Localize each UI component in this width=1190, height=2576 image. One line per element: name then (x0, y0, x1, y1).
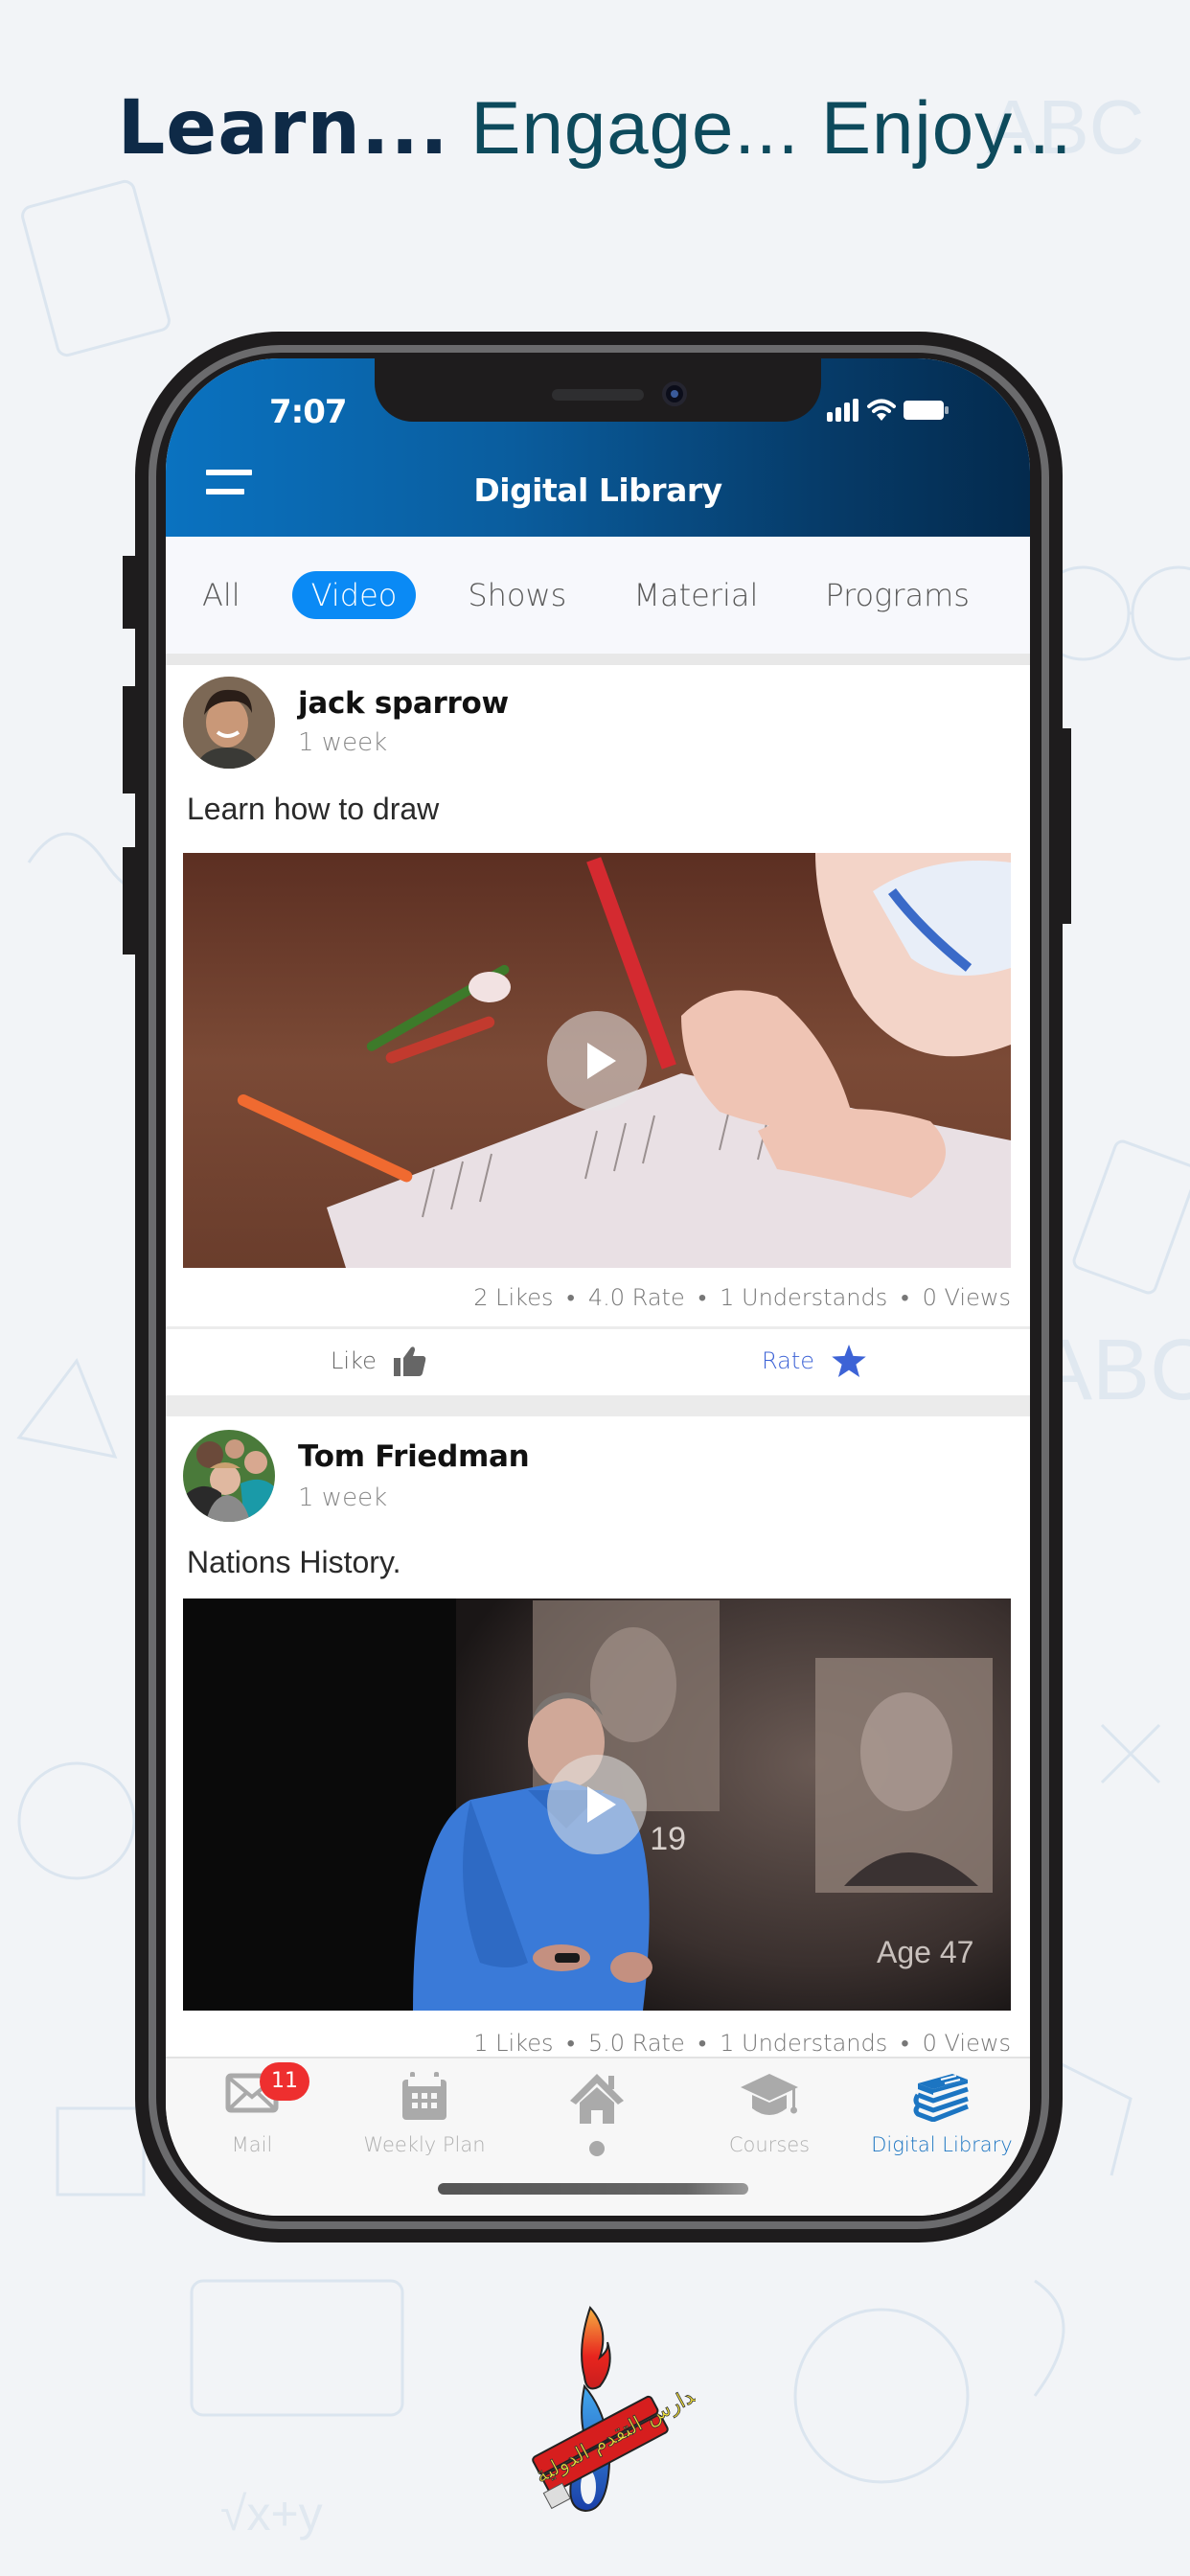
unread-badge: 11 (260, 2062, 309, 2101)
post-card: Tom Friedman 1 week Nations History. ge … (166, 1416, 1030, 2057)
post-author[interactable]: Tom Friedman (298, 1439, 530, 1474)
avatar[interactable] (183, 677, 275, 769)
likes-count: 2 Likes (473, 1284, 554, 1311)
post-author[interactable]: jack sparrow (298, 686, 509, 721)
tab-video[interactable]: Video (291, 571, 417, 619)
headline-bold: Learn... (117, 85, 449, 172)
wifi-icon (867, 399, 896, 421)
like-label: Like (331, 1347, 377, 1374)
nav-weekly-plan[interactable]: Weekly Plan (338, 2058, 511, 2164)
nav-label: Courses (728, 2133, 811, 2156)
school-logo: مدارس التقدم الدولية (531, 2306, 696, 2513)
tab-programs[interactable]: Programs (810, 571, 985, 619)
app-title: Digital Library (473, 472, 722, 509)
status-time: 7:07 (269, 393, 348, 431)
calendar-icon (402, 2072, 446, 2120)
slide-caption: Age 47 (877, 1935, 973, 1969)
rate-label: Rate (762, 1347, 815, 1374)
tab-all[interactable]: All (187, 571, 256, 619)
like-button[interactable]: Like (331, 1328, 426, 1393)
tab-material[interactable]: Material (618, 571, 773, 619)
headline-rest: Engage... Enjoy... (448, 85, 1073, 170)
books-icon (913, 2074, 969, 2122)
nav-label: Mail (231, 2133, 273, 2156)
thumbs-up-icon (393, 1346, 426, 1376)
nav-courses[interactable]: Courses (683, 2058, 856, 2164)
understands-count: 1 Understands (720, 1284, 888, 1311)
likes-count: 1 Likes (473, 2030, 554, 2057)
avatar[interactable] (183, 1430, 275, 1522)
post-time: 1 week (298, 1484, 388, 1512)
nav-label: Weekly Plan (363, 2133, 486, 2156)
speaker-grille (552, 389, 644, 401)
post-separator (166, 1395, 1030, 1416)
front-camera (662, 381, 687, 406)
nav-digital-library[interactable]: Digital Library (856, 2058, 1028, 2164)
notch (375, 358, 821, 422)
home-icon (570, 2074, 624, 2124)
headline: Learn... Engage... Enjoy... (0, 84, 1190, 172)
play-button[interactable] (547, 1755, 647, 1854)
status-icons (827, 399, 950, 422)
phone-frame: 7:07 Digital Library All Video Shows Mat… (135, 332, 1063, 2242)
filter-tabs: All Video Shows Material Programs (166, 537, 1030, 654)
post-stats: 2 Likes • 4.0 Rate • 1 Understands • 0 V… (473, 1284, 1011, 1312)
separator-dot: • (901, 2030, 909, 2057)
views-count: 0 Views (922, 1284, 1011, 1311)
home-indicator[interactable] (438, 2183, 748, 2195)
post-stats: 1 Likes • 5.0 Rate • 1 Understands • 0 V… (473, 2030, 1011, 2058)
star-icon (832, 1345, 866, 1377)
video-thumbnail[interactable] (183, 853, 1011, 1268)
video-thumbnail[interactable]: ge 19 Age 47 (183, 1598, 1011, 2011)
nav-label: Digital Library (871, 2133, 1013, 2156)
rate-value: 5.0 Rate (587, 2030, 685, 2057)
home-dot (589, 2141, 605, 2156)
separator-dot: • (698, 2030, 707, 2057)
divider (166, 1326, 1030, 1329)
views-count: 0 Views (922, 2030, 1011, 2057)
separator-dot: • (566, 2030, 575, 2057)
tab-shows[interactable]: Shows (452, 571, 582, 619)
post-card: jack sparrow 1 week Learn how to draw 2 … (166, 665, 1030, 1395)
nav-home[interactable] (511, 2058, 683, 2164)
rate-value: 4.0 Rate (587, 1284, 685, 1311)
battery-icon (904, 401, 949, 420)
separator-dot: • (901, 1284, 909, 1311)
nav-mail[interactable]: 11 Mail (166, 2058, 338, 2164)
play-button[interactable] (547, 1010, 647, 1111)
understands-count: 1 Understands (720, 2030, 888, 2057)
post-title: Learn how to draw (187, 792, 440, 826)
divider (166, 654, 1030, 665)
post-time: 1 week (298, 728, 388, 757)
rate-button[interactable]: Rate (762, 1328, 866, 1393)
logo-text: مدارس التقدم الدولية (532, 2379, 696, 2488)
phone-screen: 7:07 Digital Library All Video Shows Mat… (166, 358, 1030, 2216)
separator-dot: • (698, 1284, 707, 1311)
separator-dot: • (566, 1284, 575, 1311)
signal-icon (827, 399, 858, 422)
svg-text:√x+y: √x+y (220, 2487, 323, 2541)
graduation-cap-icon (741, 2074, 798, 2115)
post-title: Nations History. (187, 1545, 401, 1579)
